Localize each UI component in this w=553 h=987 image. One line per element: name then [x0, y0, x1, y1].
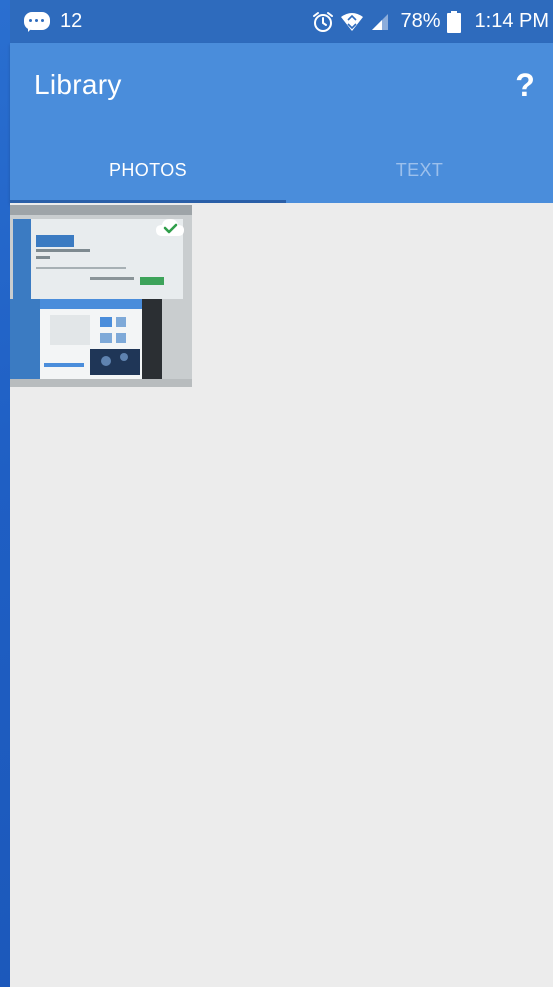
- tab-photos[interactable]: PHOTOS: [10, 138, 286, 203]
- page-title: Library: [34, 69, 122, 100]
- wifi-icon: [340, 12, 364, 32]
- signal-icon: [370, 12, 390, 32]
- message-icon: [24, 11, 50, 32]
- photo-thumbnail[interactable]: [10, 205, 192, 387]
- status-bar: 12 78% 1:14 PM: [10, 0, 553, 43]
- notification-count: 12: [60, 10, 83, 32]
- battery-icon: [446, 10, 461, 33]
- clock: 1:14 PM: [474, 10, 549, 32]
- status-left: 12: [24, 10, 82, 33]
- screen: 12 78% 1:14 PM Library ? PHOTOS TEXT: [10, 0, 553, 987]
- alarm-icon: [312, 11, 334, 33]
- help-button[interactable]: ?: [511, 67, 539, 104]
- cloud-check-icon: [156, 217, 184, 237]
- tab-bar: PHOTOS TEXT: [10, 138, 553, 203]
- status-right: 78% 1:14 PM: [312, 10, 549, 33]
- app-bar: Library ? PHOTOS TEXT: [10, 43, 553, 203]
- tab-text[interactable]: TEXT: [286, 138, 553, 203]
- photo-grid: [10, 203, 553, 987]
- battery-percent: 78%: [400, 10, 441, 32]
